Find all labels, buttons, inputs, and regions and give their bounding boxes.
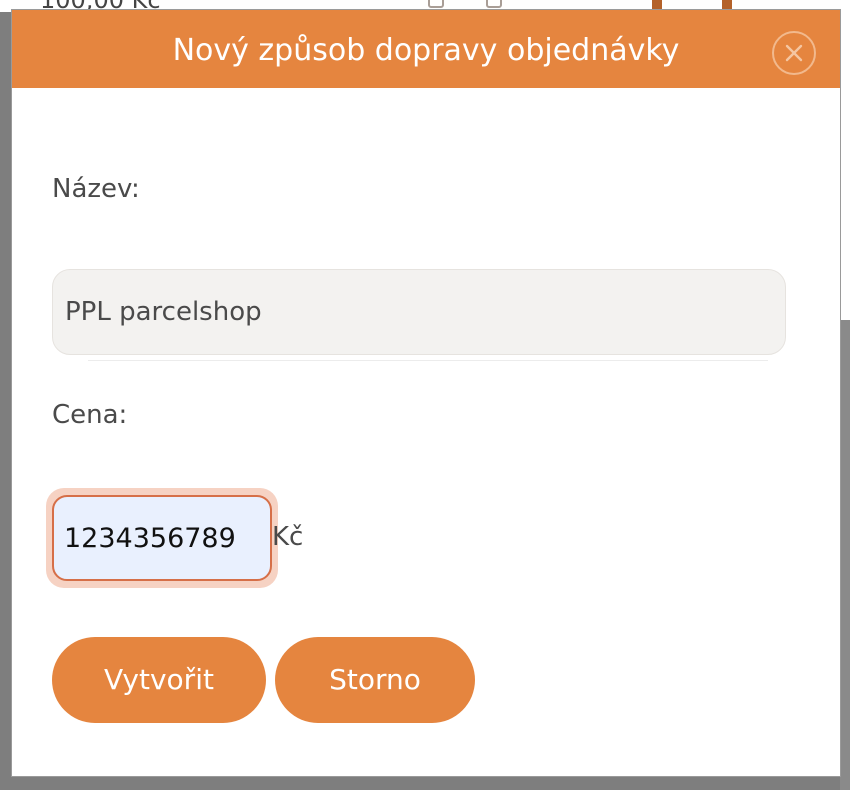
- cancel-button[interactable]: Storno: [275, 637, 475, 723]
- dialog-header: Nový způsob dopravy objednávky: [12, 10, 840, 88]
- close-icon: [785, 44, 803, 62]
- background-edit-icon: [428, 0, 444, 8]
- name-input[interactable]: [52, 269, 786, 355]
- create-button[interactable]: Vytvořit: [52, 637, 266, 723]
- divider: [88, 360, 768, 361]
- name-label: Název:: [52, 174, 140, 204]
- background-delete-icon: [486, 0, 502, 8]
- new-shipping-method-dialog: Nový způsob dopravy objednávky Název: Ce…: [12, 10, 840, 776]
- close-button[interactable]: [772, 31, 816, 75]
- price-label: Cena:: [52, 400, 128, 430]
- background-page-edge-shade: [840, 320, 850, 790]
- dialog-title: Nový způsob dopravy objednávky: [172, 33, 680, 68]
- currency-label: Kč: [272, 522, 304, 552]
- price-input[interactable]: [52, 495, 272, 581]
